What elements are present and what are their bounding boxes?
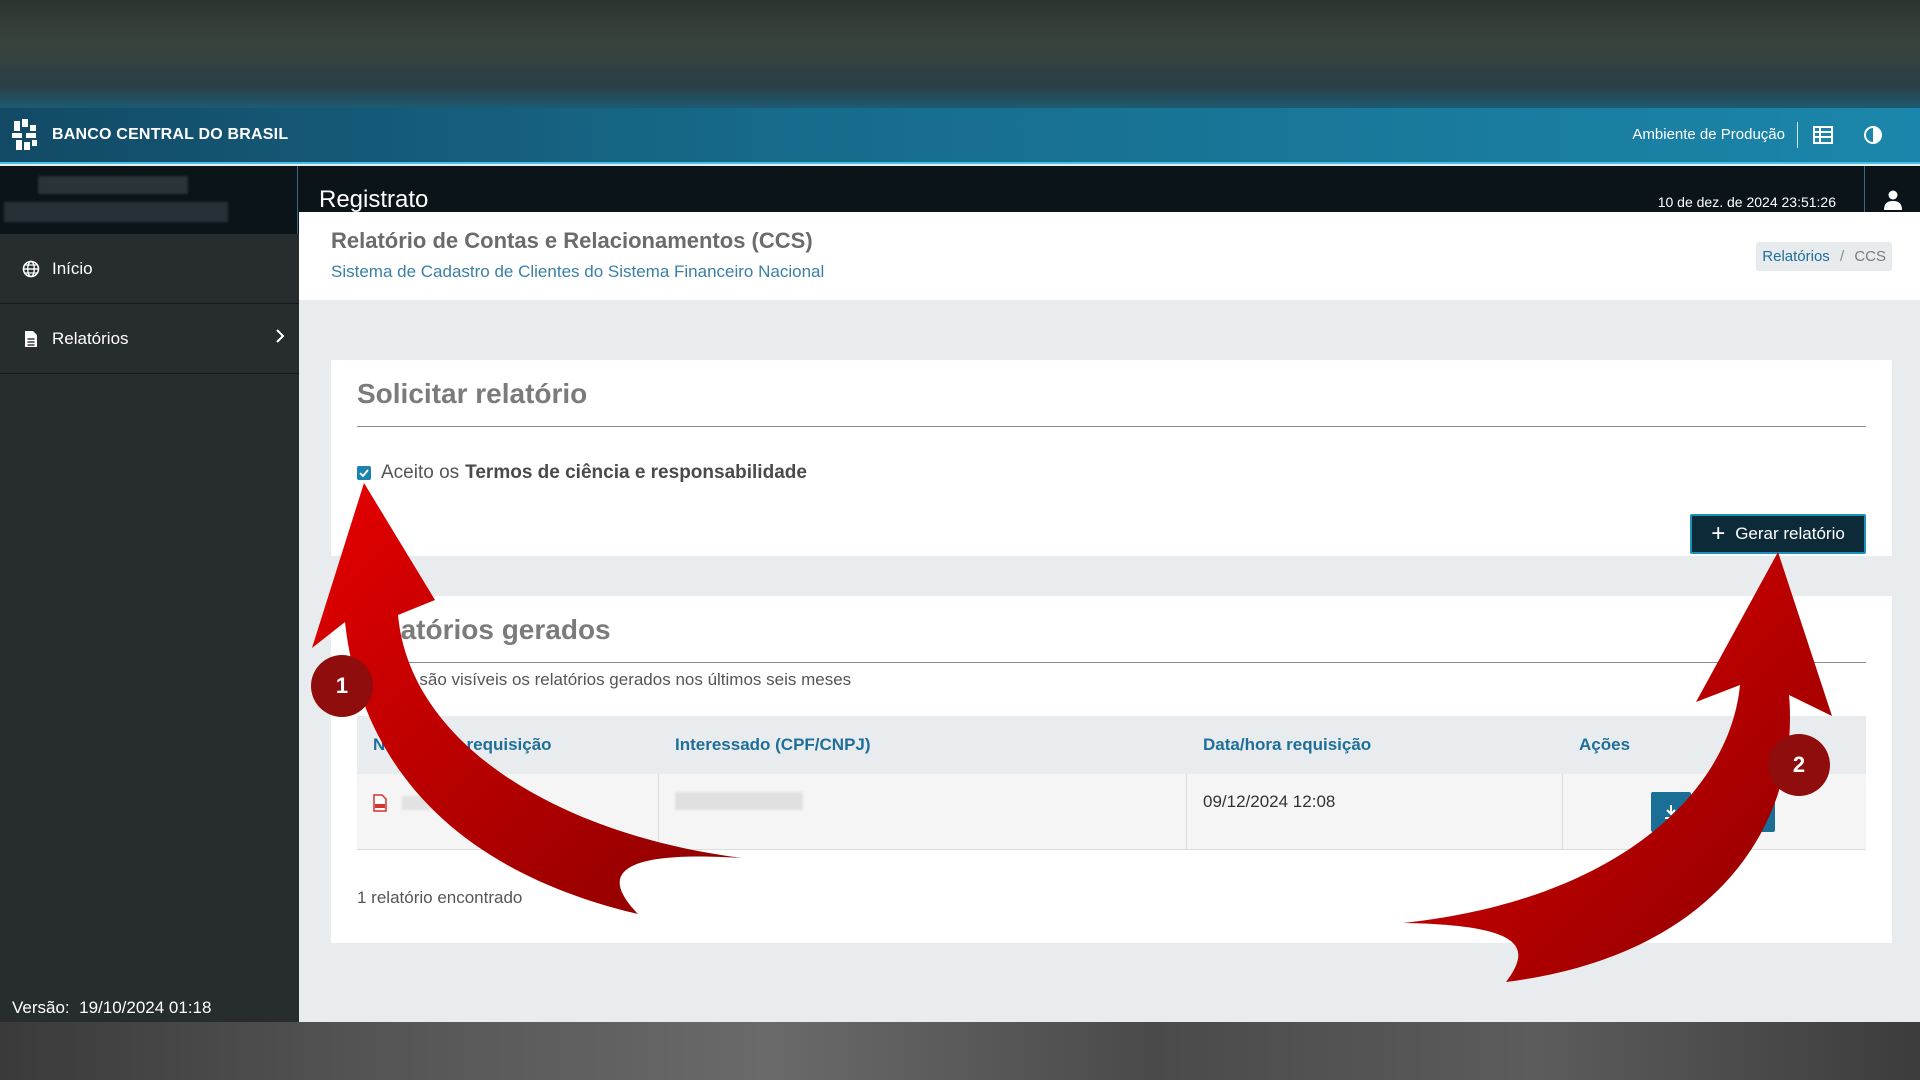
page-heading: Relatório de Contas e Relacionamentos (C… [299,212,1920,300]
redacted-document [4,202,228,222]
current-datetime: 10 de dez. de 2024 23:51:26 [1657,194,1836,210]
generated-reports-card: Relatórios gerados Apenas são visíveis o… [331,596,1892,943]
page-title: Relatório de Contas e Relacionamentos (C… [331,228,813,253]
plus-icon: + [1711,520,1726,547]
results-count: 1 relatório encontrado [357,888,523,907]
card-title: Solicitar relatório [357,378,588,409]
page-subtitle: Sistema de Cadastro de Clientes do Siste… [331,262,825,281]
terms-checkbox[interactable] [357,466,371,480]
card-title: Relatórios gerados [357,614,611,645]
contrast-icon[interactable] [1848,120,1898,150]
column-header[interactable]: Data/hora requisição [1187,735,1563,755]
divider [357,426,1866,427]
logo-text: BANCO CENTRAL DO BRASIL [52,126,289,143]
breadcrumb-separator: / [1839,248,1845,265]
card-description: Apenas são visíveis os relatórios gerado… [357,670,852,689]
download-button[interactable] [1651,792,1691,832]
datetime-cell: 09/12/2024 12:08 [1187,774,1563,849]
divider [357,662,1866,663]
sidebar-item-label: Início [52,258,93,278]
terms-acceptance: Aceito os Termos de ciência e responsabi… [357,462,807,484]
terms-link[interactable]: Termos de ciência e responsabilidade [465,462,807,484]
check-icon [359,469,369,477]
step-badge-2: 2 [1768,734,1830,796]
app-window: BANCO CENTRAL DO BRASIL Ambiente de Prod… [0,108,1920,1022]
request-number-cell [357,774,659,849]
pdf-icon[interactable] [373,793,387,812]
interested-cell [659,774,1187,849]
breadcrumb-current: CCS [1854,248,1886,265]
chevron-right-icon [275,328,285,349]
generate-report-label: Gerar relatório [1735,524,1845,543]
breadcrumb: Relatórios / CCS [1756,242,1892,271]
environment-label: Ambiente de Produção [1632,122,1798,148]
table-icon[interactable] [1798,120,1848,150]
sidebar-item-relatorios[interactable]: Relatórios [0,304,299,374]
sidebar-item-inicio[interactable]: Início [0,234,299,304]
redacted-name [38,176,188,194]
sidebar-item-label: Relatórios [52,328,129,348]
blurred-backdrop-top [0,0,1920,108]
table-row: 09/12/2024 12:08 [357,774,1866,850]
generate-report-button[interactable]: + Gerar relatório [1690,514,1866,554]
column-header[interactable]: Interessado (CPF/CNPJ) [659,735,1187,755]
top-bar: BANCO CENTRAL DO BRASIL Ambiente de Prod… [0,108,1920,164]
request-report-card: Solicitar relatório Aceito os Termos de … [331,360,1892,556]
terms-prefix: Aceito os [381,462,460,483]
envelope-icon [1747,806,1763,817]
column-header[interactable]: Número da requisição [357,735,659,755]
version-value: 19/10/2024 01:18 [79,998,212,1017]
redacted-cpf [675,792,803,810]
eye-icon [1705,806,1721,818]
user-info-redacted [0,166,298,234]
version-label: Versão: [12,998,70,1017]
version-info: Versão: 19/10/2024 01:18 [12,998,211,1018]
email-button[interactable] [1735,792,1775,832]
blurred-backdrop-bottom [0,1022,1920,1080]
breadcrumb-relatorios[interactable]: Relatórios [1762,248,1830,265]
reports-table: Número da requisição Interessado (CPF/CN… [357,716,1866,850]
redacted-request-number [401,795,466,810]
view-button[interactable] [1693,792,1733,832]
sidebar: Início Relatórios Versão: 19/10/2024 01:… [0,234,299,1022]
document-icon [20,330,42,348]
table-header: Número da requisição Interessado (CPF/CN… [357,716,1866,774]
bcb-logo[interactable]: BANCO CENTRAL DO BRASIL [8,108,288,163]
bcb-logo-icon [12,119,37,150]
globe-icon [20,260,42,278]
user-icon [1883,190,1902,210]
step-badge-1: 1 [311,655,373,717]
download-icon [1665,805,1677,819]
